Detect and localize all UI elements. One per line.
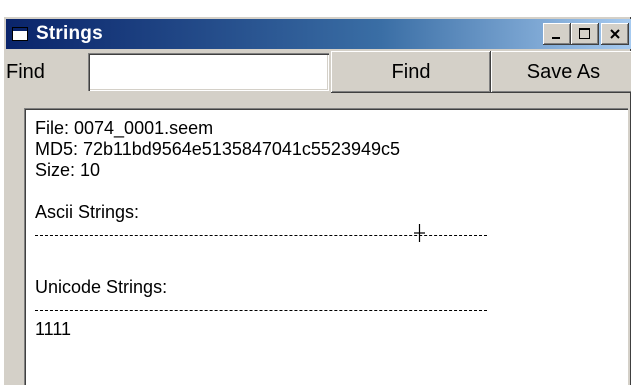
save-as-button[interactable]: Save As	[491, 51, 631, 93]
strings-output[interactable]: File: 0074_0001.seem MD5: 72b11bd9564e51…	[24, 108, 628, 385]
minimize-button[interactable]	[543, 23, 571, 45]
unicode-separator	[35, 310, 487, 311]
find-label: Find	[6, 61, 45, 83]
window-controls	[543, 23, 629, 45]
close-icon	[610, 29, 620, 39]
unicode-strings-header: Unicode Strings:	[35, 277, 168, 297]
unicode-string-value: 1111	[35, 319, 72, 339]
close-button[interactable]	[601, 23, 629, 45]
maximize-icon	[579, 28, 590, 39]
strings-window: Strings Find Find Save As File: 0074_000…	[3, 16, 631, 385]
md5-line: MD5: 72b11bd9564e5135847041c5523949c5	[35, 139, 400, 159]
size-line: Size: 10	[35, 160, 101, 180]
ibeam-cursor-icon	[414, 224, 425, 242]
app-icon[interactable]	[12, 26, 30, 42]
find-button[interactable]: Find	[331, 51, 491, 93]
ascii-strings-header: Ascii Strings:	[35, 202, 140, 222]
find-input[interactable]	[88, 53, 329, 91]
maximize-button[interactable]	[571, 23, 599, 45]
file-line: File: 0074_0001.seem	[35, 118, 214, 138]
minimize-icon	[552, 37, 560, 39]
window-title: Strings	[36, 23, 103, 44]
title-bar[interactable]: Strings	[6, 19, 631, 49]
